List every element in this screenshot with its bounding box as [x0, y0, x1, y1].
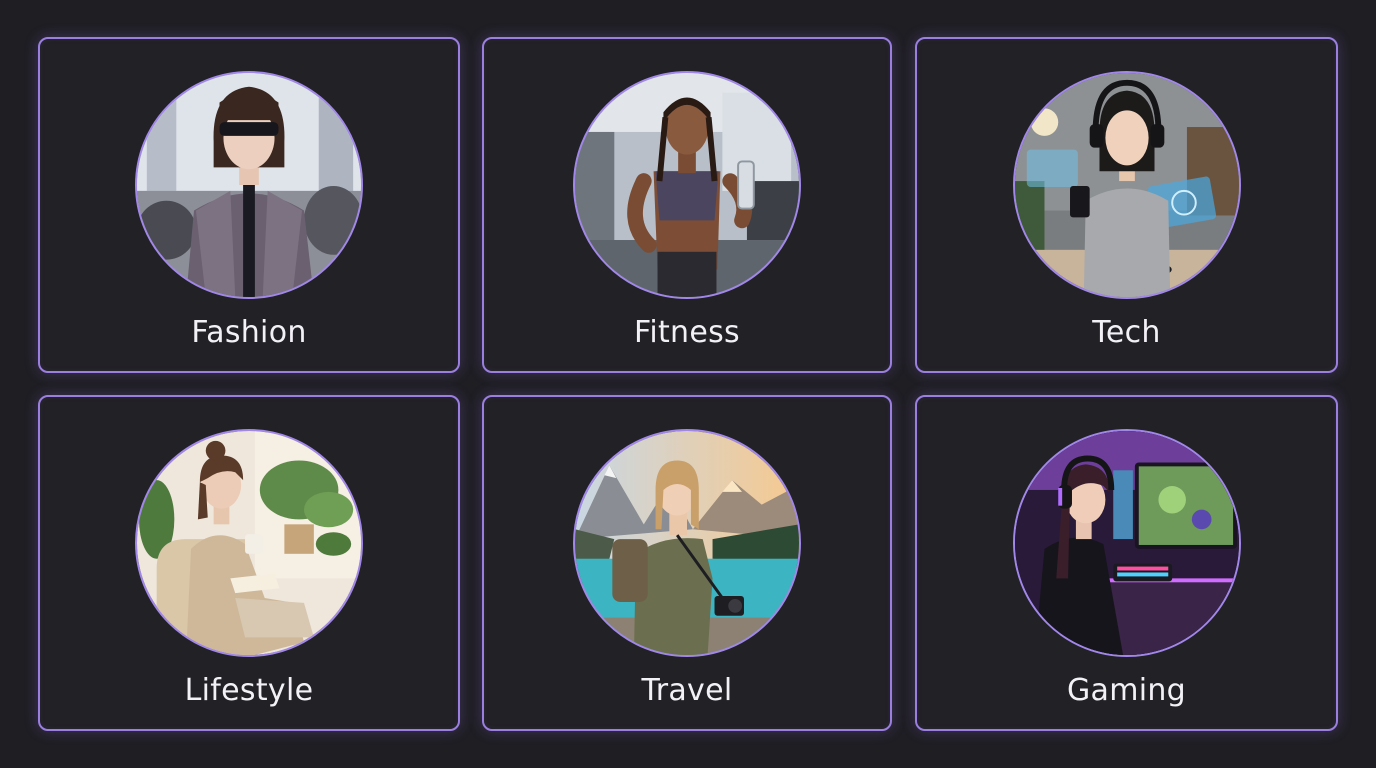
category-card-gaming[interactable]: Gaming	[915, 395, 1338, 731]
fashion-avatar	[135, 71, 363, 299]
category-label-gaming: Gaming	[1066, 673, 1187, 708]
travel-avatar	[573, 429, 801, 657]
category-label-fitness: Fitness	[633, 315, 740, 350]
category-label-lifestyle: Lifestyle	[184, 673, 314, 708]
fitness-avatar	[573, 71, 801, 299]
tech-avatar	[1012, 71, 1241, 299]
category-card-tech[interactable]: Tech	[915, 37, 1338, 373]
lifestyle-avatar	[135, 429, 363, 657]
category-label-fashion: Fashion	[191, 315, 307, 350]
category-card-lifestyle[interactable]: Lifestyle	[38, 395, 460, 731]
category-card-fitness[interactable]: Fitness	[482, 37, 892, 373]
category-label-travel: Travel	[641, 673, 733, 708]
category-label-tech: Tech	[1092, 315, 1161, 350]
category-grid: Fashion Fitness Tech Lifestyle Travel Ga…	[0, 0, 1376, 768]
category-card-travel[interactable]: Travel	[482, 395, 892, 731]
gaming-avatar	[1012, 429, 1241, 657]
category-card-fashion[interactable]: Fashion	[38, 37, 460, 373]
